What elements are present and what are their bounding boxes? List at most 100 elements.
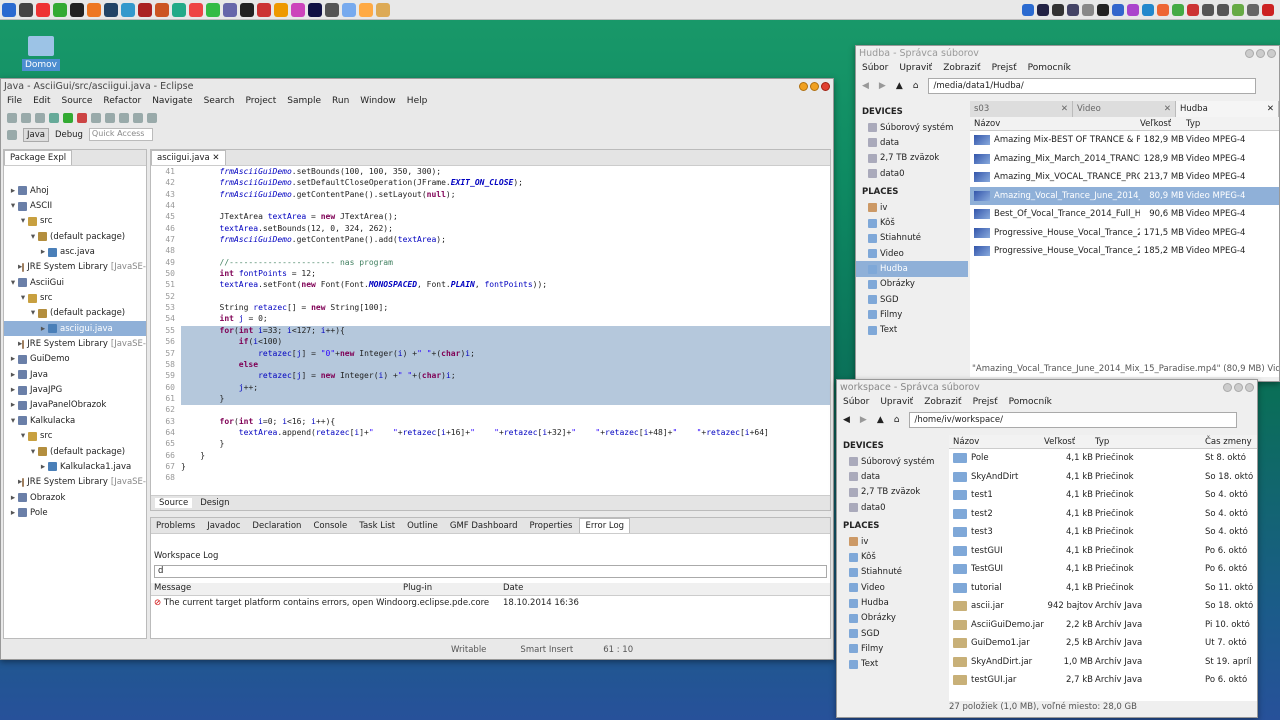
fm1-col-size[interactable]: Veľkosť [1140, 119, 1186, 129]
fm1-col-name[interactable]: Názov [970, 119, 1140, 129]
code-line[interactable]: 53 String retazec[] = new String[100]; [151, 303, 830, 314]
launcher-icon[interactable] [359, 2, 373, 17]
tab-javadoc[interactable]: Javadoc [202, 519, 245, 533]
fm2-col-name[interactable]: Názov [949, 437, 1044, 447]
home-icon[interactable]: ⌂ [913, 81, 919, 91]
tray-icon[interactable] [1217, 3, 1229, 16]
tray-icon[interactable] [1067, 3, 1079, 16]
menu-source[interactable]: Source [62, 96, 93, 106]
place-sgd[interactable]: SGD [856, 292, 968, 307]
close-tab-icon[interactable]: ✕ [1164, 104, 1175, 114]
launcher-icon[interactable] [291, 2, 305, 17]
place-hudba[interactable]: Hudba [837, 595, 945, 610]
device-data0[interactable]: data0 [856, 166, 968, 181]
place-filmy[interactable]: Filmy [856, 307, 968, 322]
launcher-icon[interactable] [36, 2, 50, 17]
minimize-button[interactable] [799, 81, 808, 91]
fm1-path-input[interactable]: /media/data1/Hudba/ [928, 78, 1257, 94]
fm2-menu-pomocnik[interactable]: Pomocník [1009, 397, 1052, 407]
tree-item[interactable]: ▸ Pole [4, 505, 146, 520]
place-iv[interactable]: iv [837, 534, 945, 549]
tree-item[interactable]: ▾ Kalkulacka [4, 413, 146, 428]
collapse-arrow-icon[interactable]: ▾ [18, 216, 28, 226]
back-icon[interactable] [133, 112, 143, 123]
tree-item[interactable]: ▾ src [4, 214, 146, 229]
launcher-icon[interactable] [138, 2, 152, 17]
log-col-plugin[interactable]: Plug-in [403, 583, 503, 595]
launcher-icon[interactable] [2, 2, 16, 17]
fm1-tab-video[interactable]: Video ✕ [1073, 101, 1176, 117]
file-row[interactable]: tutorial 4,1 kB Priečinok So 11. októ [949, 579, 1257, 598]
menu-project[interactable]: Project [245, 96, 276, 106]
collapse-arrow-icon[interactable]: ▾ [8, 416, 18, 426]
tray-icon[interactable] [1262, 3, 1274, 16]
tab-declaration[interactable]: Declaration [247, 519, 306, 533]
fm2-col-size[interactable]: Veľkosť [1044, 437, 1095, 447]
code-line[interactable]: 55 for(int i=33; i<127; i++){ [151, 325, 830, 338]
print-icon[interactable] [35, 112, 45, 123]
tray-icon[interactable] [1247, 3, 1259, 16]
file-row[interactable]: testGUI 4,1 kB Priečinok Po 6. októ [949, 542, 1257, 561]
tray-icon[interactable] [1037, 3, 1049, 16]
forward-arrow-icon[interactable]: ▶ [860, 415, 867, 425]
file-row[interactable]: ascii.jar 942 bajtov Archív Java So 18. okt… [949, 597, 1257, 616]
place-sgd[interactable]: SGD [837, 626, 945, 641]
code-line[interactable]: 59 retazec[j] = new Integer(i) +" "+(cha… [151, 371, 830, 383]
code-line[interactable]: 54 int j = 0; [151, 314, 830, 325]
device-data[interactable]: data [856, 135, 968, 150]
place-kos[interactable]: Kôš [856, 215, 968, 230]
fm2-menu-upravit[interactable]: Upraviť [880, 397, 913, 407]
fm2-close-button[interactable] [1245, 382, 1254, 392]
expand-arrow-icon[interactable]: ▸ [8, 400, 18, 410]
code-line[interactable]: 48 [151, 246, 830, 257]
file-row[interactable]: AsciiGuiDemo.jar 2,2 kB Archív Java Pi 10. … [949, 616, 1257, 635]
desktop-home-icon[interactable]: Domov [22, 36, 60, 71]
tray-icon[interactable] [1232, 3, 1244, 16]
launcher-icon[interactable] [257, 2, 271, 17]
file-row[interactable]: test2 4,1 kB Priečinok So 4. októ [949, 505, 1257, 524]
place-video[interactable]: Video [856, 246, 968, 261]
maximize-button[interactable] [810, 81, 819, 91]
tray-icon[interactable] [1082, 3, 1094, 16]
code-line[interactable]: 49 //---------------------- nas program [151, 258, 830, 269]
external-tools-icon[interactable] [77, 112, 87, 123]
fm1-close-button[interactable] [1267, 48, 1276, 58]
device-data0[interactable]: data0 [837, 500, 945, 515]
code-line[interactable]: 57 retazec[j] = "0"+new Integer(i) +" "+… [151, 348, 830, 360]
up-arrow-icon[interactable]: ▲ [877, 415, 884, 425]
tree-item[interactable]: ▾ (default package) [4, 444, 146, 459]
home-icon[interactable]: ⌂ [894, 415, 900, 425]
file-row[interactable]: Amazing Mix-BEST OF TRANCE & PRO 182,9 MB… [970, 131, 1279, 150]
log-row[interactable]: ⊘ The current target platform contains e… [151, 596, 830, 610]
expand-arrow-icon[interactable]: ▸ [38, 324, 48, 334]
tab-error-log[interactable]: Error Log [579, 518, 631, 533]
tree-item[interactable]: ▸ JRE System Library [JavaSE- [4, 260, 146, 275]
tree-item[interactable]: ▸ Obrazok [4, 490, 146, 505]
code-line[interactable]: 56 if(i<100) [151, 337, 830, 349]
expand-arrow-icon[interactable]: ▸ [38, 247, 48, 257]
code-line[interactable]: 43 frmAsciiGuiDemo.getContentPane().setL… [151, 190, 830, 201]
expand-arrow-icon[interactable]: ▸ [8, 186, 18, 196]
tree-item[interactable]: ▾ ASCII [4, 198, 146, 213]
menu-search[interactable]: Search [204, 96, 235, 106]
collapse-arrow-icon[interactable]: ▾ [28, 308, 38, 318]
fm2-maximize-button[interactable] [1234, 382, 1243, 392]
launcher-icon[interactable] [189, 2, 203, 17]
tray-icon[interactable] [1202, 3, 1214, 16]
launcher-icon[interactable] [308, 2, 322, 17]
file-row[interactable]: Amazing_Mix_VOCAL_TRANCE_PROG 213,7 MB Vid… [970, 168, 1279, 187]
tab-outline[interactable]: Outline [402, 519, 443, 533]
file-row[interactable]: Progressive_House_Vocal_Trance_201 171,5 … [970, 224, 1279, 243]
file-row[interactable]: Best_Of_Vocal_Trance_2014_Full_HD.r 90,6 … [970, 205, 1279, 224]
fm2-menu-prejst[interactable]: Prejsť [973, 397, 998, 407]
tree-item[interactable]: ▾ AsciiGui [4, 275, 146, 290]
tab-task-list[interactable]: Task List [354, 519, 400, 533]
tree-item[interactable]: ▾ (default package) [4, 229, 146, 244]
place-hudba[interactable]: Hudba [856, 261, 968, 277]
tree-item[interactable]: ▾ src [4, 429, 146, 444]
save-icon[interactable] [21, 112, 31, 123]
device-2-7-tb-zvazok[interactable]: 2,7 TB zväzok [856, 151, 968, 166]
launcher-icon[interactable] [342, 2, 356, 17]
launcher-icon[interactable] [19, 2, 33, 17]
tree-item[interactable]: ▸ Java [4, 367, 146, 382]
